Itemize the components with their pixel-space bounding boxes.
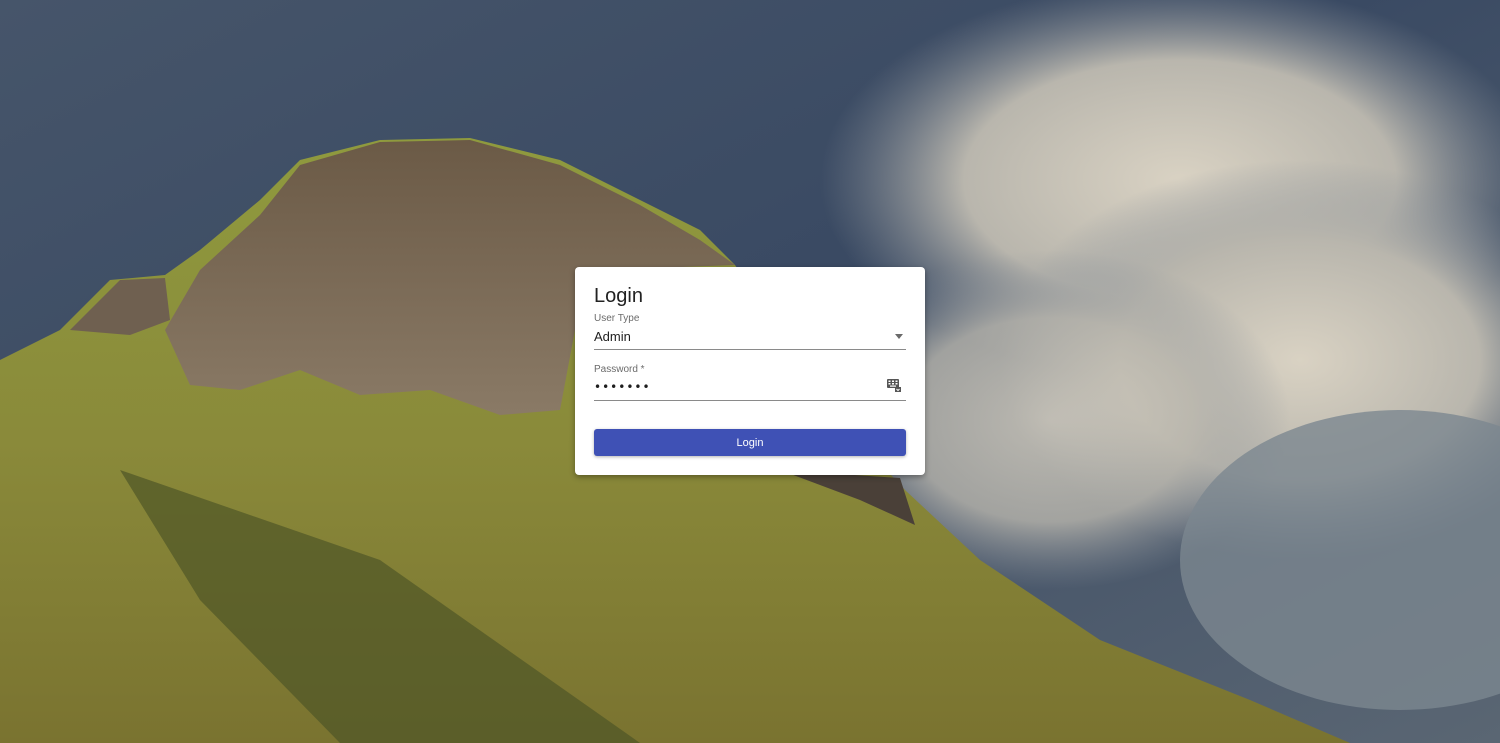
- keyboard-icon[interactable]: [887, 379, 901, 392]
- chevron-down-icon[interactable]: [895, 334, 903, 339]
- user-type-underline: [594, 349, 906, 350]
- login-button[interactable]: Login: [594, 429, 906, 456]
- user-type-label: User Type: [594, 313, 640, 324]
- password-underline: [594, 400, 906, 401]
- login-card: Login User Type Admin Password * Logi: [575, 267, 925, 475]
- user-type-select[interactable]: User Type Admin: [594, 313, 906, 350]
- user-type-value[interactable]: Admin: [594, 329, 631, 344]
- password-input[interactable]: [594, 378, 874, 396]
- password-label: Password *: [594, 364, 645, 375]
- login-title: Login: [594, 285, 643, 307]
- password-field[interactable]: Password *: [594, 364, 906, 401]
